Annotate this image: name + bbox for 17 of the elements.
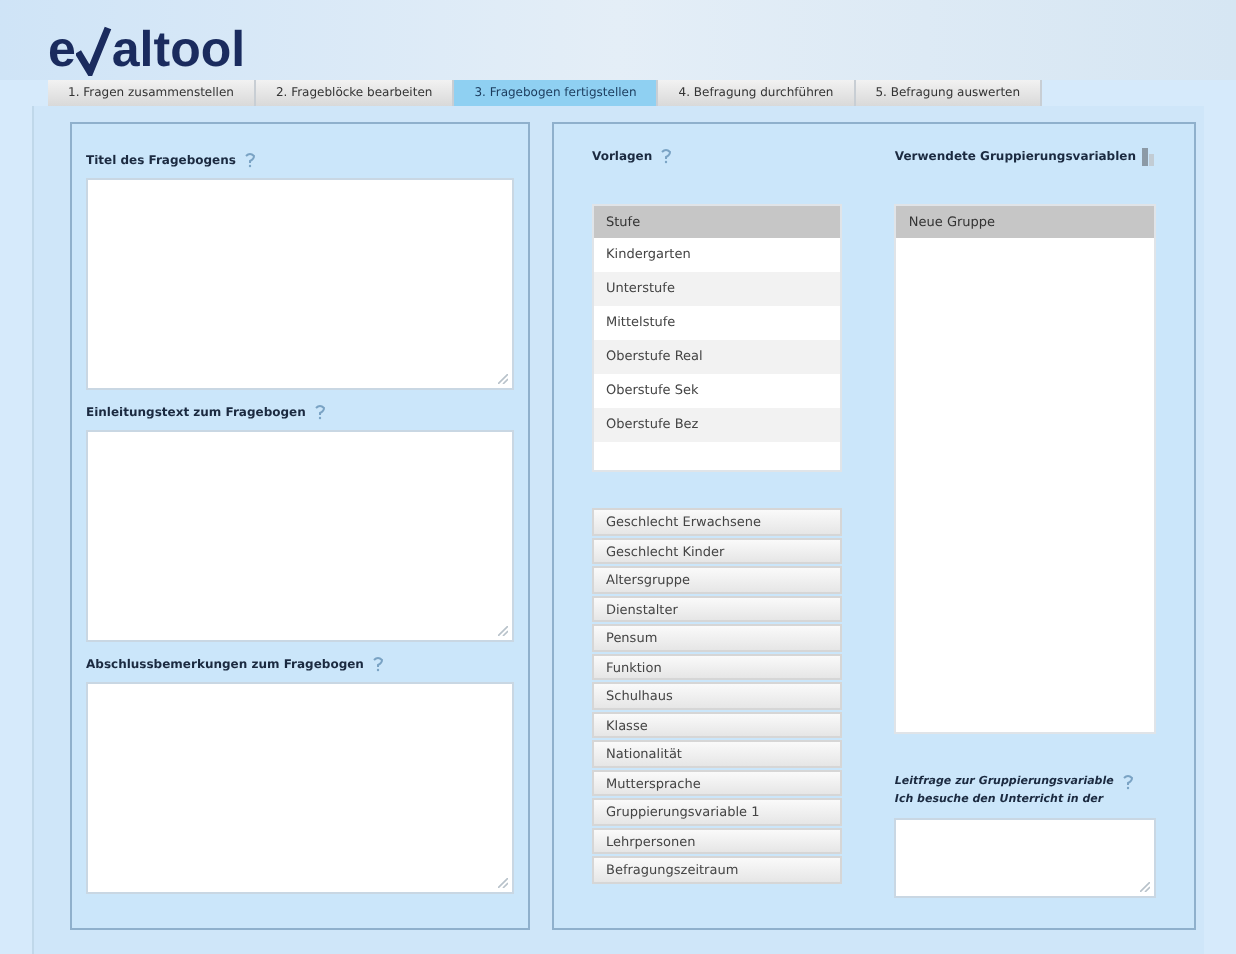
logo-text: e	[48, 26, 76, 76]
text-area[interactable]	[894, 818, 1156, 898]
resize-handle-icon[interactable]	[498, 374, 508, 384]
logo-text: altool	[111, 26, 246, 76]
sort-icon[interactable]	[1140, 145, 1156, 167]
text-area[interactable]	[86, 682, 514, 894]
resize-handle-icon[interactable]	[498, 878, 508, 888]
help-icon[interactable]	[313, 404, 326, 420]
checkmark-icon	[75, 24, 112, 76]
text-area[interactable]	[86, 430, 514, 642]
help-icon[interactable]	[660, 148, 673, 164]
resize-handle-icon[interactable]	[1140, 882, 1150, 892]
text-area[interactable]	[86, 178, 514, 390]
resize-handle-icon[interactable]	[498, 626, 508, 636]
help-icon[interactable]	[371, 656, 384, 672]
help-icon[interactable]	[243, 152, 256, 168]
help-icon[interactable]	[1121, 774, 1134, 790]
